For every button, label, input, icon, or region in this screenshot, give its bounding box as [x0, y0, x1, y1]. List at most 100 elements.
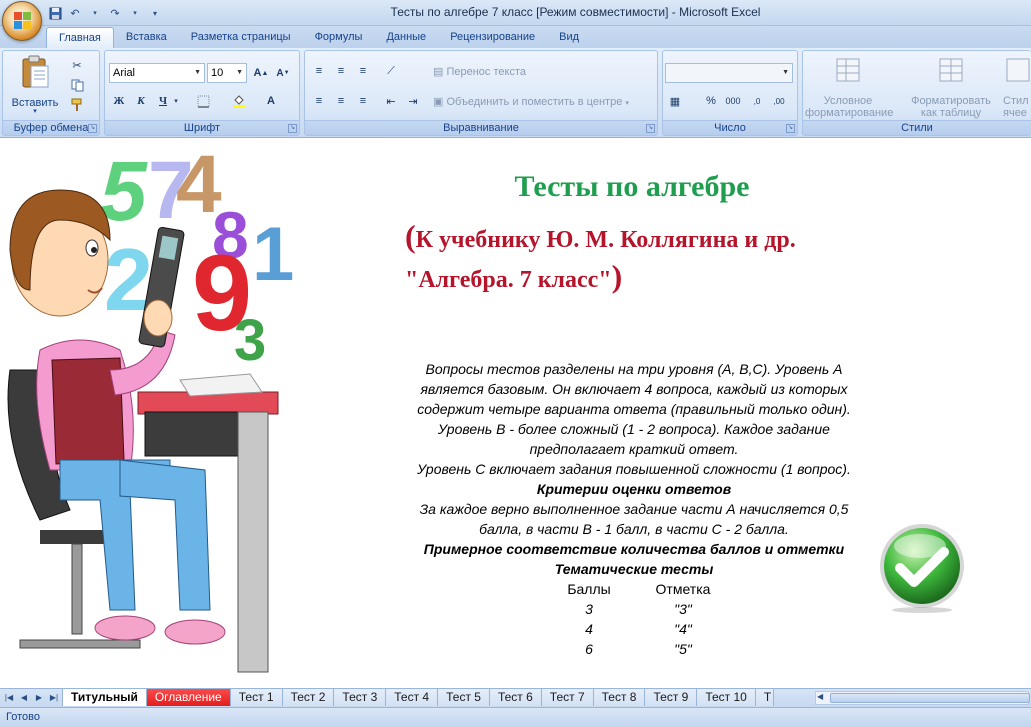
sheet-tab-test-4[interactable]: Тест 4: [386, 689, 439, 706]
align-center-icon[interactable]: ≡: [331, 91, 351, 111]
sheet-tab-test-9[interactable]: Тест 9: [645, 689, 698, 706]
dialog-launcher-icon[interactable]: ↘: [288, 124, 297, 133]
scroll-left-icon[interactable]: ◀: [817, 692, 823, 701]
italic-icon[interactable]: К: [131, 91, 151, 111]
merge-center-button[interactable]: ▣ Объединить и поместить в центре ▾: [433, 95, 629, 108]
sheet-tab-truncated[interactable]: Т: [755, 689, 775, 706]
sheet-tab-test-10[interactable]: Тест 10: [697, 689, 756, 706]
paste-icon: [22, 55, 49, 88]
align-right-icon[interactable]: ≡: [353, 91, 373, 111]
worksheet[interactable]: 5 7 4 8 1 2 9 3 Тесты по алгебре (К учеб…: [0, 140, 1031, 688]
sheet-tab-test-1[interactable]: Тест 1: [230, 689, 283, 706]
chevron-down-icon: ▼: [194, 69, 201, 76]
description-line: Вопросы тестов разделены на три уровня (…: [425, 361, 843, 377]
points-cell: 3: [585, 601, 593, 617]
wrap-text-label: Перенос текста: [446, 66, 526, 78]
underline-icon[interactable]: Ч: [153, 91, 173, 111]
criteria-heading: Критерии оценки ответов: [536, 481, 732, 497]
group-styles: Условное форматирование Форматировать ка…: [802, 50, 1031, 136]
paste-button[interactable]: Вставить ▾: [11, 55, 59, 117]
sheet-tab-test-7[interactable]: Тест 7: [541, 689, 594, 706]
chevron-down-icon: ▼: [782, 69, 789, 76]
tab-formulas[interactable]: Формулы: [303, 27, 375, 48]
grow-font-icon[interactable]: A ▲: [251, 63, 271, 83]
copy-icon[interactable]: [67, 75, 87, 95]
title-bar: ↶ ▾ ↷ ▾ ▾ Тесты по алгебре 7 класс [Режи…: [0, 0, 1031, 26]
criteria-line: За каждое верно выполненное задание част…: [419, 501, 849, 517]
tab-home[interactable]: Главная: [46, 27, 114, 48]
currency-icon[interactable]: ▦: [665, 91, 685, 111]
format-painter-icon[interactable]: [67, 95, 87, 115]
cut-icon[interactable]: ✂: [67, 55, 87, 75]
format-as-table-icon: [939, 58, 963, 82]
horizontal-scrollbar[interactable]: ◀: [815, 691, 1030, 705]
align-left-icon[interactable]: ≡: [309, 91, 329, 111]
dialog-launcher-icon[interactable]: ↘: [646, 124, 655, 133]
group-label-clipboard: Буфер обмена: [3, 120, 99, 135]
cell-styles-label-1: Стил: [1003, 95, 1029, 107]
sheet-tabs: Титульный Оглавление Тест 1 Тест 2 Тест …: [62, 689, 775, 706]
shrink-font-icon[interactable]: A ▼: [273, 63, 293, 83]
last-sheet-icon[interactable]: ▶|: [47, 691, 61, 705]
dialog-launcher-icon[interactable]: ↘: [88, 124, 97, 133]
sheet-tab-contents[interactable]: Оглавление: [146, 689, 231, 706]
percent-icon[interactable]: %: [701, 91, 721, 111]
wrap-text-icon: ▤: [433, 66, 444, 78]
bold-icon[interactable]: Ж: [109, 91, 129, 111]
dialog-launcher-icon[interactable]: ↘: [786, 124, 795, 133]
font-color-icon[interactable]: A: [261, 91, 281, 111]
borders-icon[interactable]: [193, 91, 213, 111]
tab-review[interactable]: Рецензирование: [438, 27, 547, 48]
align-middle-icon[interactable]: ≡: [331, 61, 351, 81]
office-button[interactable]: [2, 1, 42, 41]
sheet-tab-test-5[interactable]: Тест 5: [438, 689, 490, 706]
font-size-combo[interactable]: 10 ▼: [207, 63, 247, 83]
correspondence-heading: Примерное соответствие количества баллов…: [423, 541, 845, 557]
page-subtitle: (К учебнику Ю. М. Коллягина и др. "Алгеб…: [405, 218, 875, 298]
first-sheet-icon[interactable]: |◀: [2, 691, 16, 705]
sheet-tab-title[interactable]: Титульный: [62, 689, 147, 706]
increase-decimal-icon[interactable]: ,0: [747, 91, 767, 111]
tab-insert[interactable]: Вставка: [114, 27, 179, 48]
next-sheet-icon[interactable]: ▶: [32, 691, 46, 705]
tab-data[interactable]: Данные: [374, 27, 438, 48]
points-header: Баллы: [567, 581, 611, 597]
increase-indent-icon[interactable]: ⇥: [403, 91, 423, 111]
group-label-styles: Стили: [803, 120, 1031, 135]
orientation-icon[interactable]: ⟋: [381, 61, 401, 81]
score-row: 4 "4": [540, 619, 740, 639]
sheet-tab-test-2[interactable]: Тест 2: [282, 689, 335, 706]
prev-sheet-icon[interactable]: ◀: [17, 691, 31, 705]
wrap-text-button[interactable]: ▤ Перенос текста: [433, 65, 526, 78]
page-title: Тесты по алгебре: [514, 170, 750, 203]
checkmark-icon[interactable]: [876, 522, 968, 614]
points-cell: 6: [585, 641, 593, 657]
sheet-tab-test-3[interactable]: Тест 3: [334, 689, 387, 706]
tab-view[interactable]: Вид: [547, 27, 591, 48]
description-line: Уровень В - более сложный (1 - 2 вопроса…: [438, 421, 830, 437]
scrollbar-thumb[interactable]: [830, 693, 1030, 703]
chevron-down-icon[interactable]: ▾: [171, 91, 181, 111]
subtitle-open-paren: (: [405, 218, 416, 254]
tab-page-layout[interactable]: Разметка страницы: [179, 27, 303, 48]
score-row: 6 "5": [540, 639, 740, 659]
font-name-combo[interactable]: Arial ▼: [109, 63, 205, 83]
thousands-separator-icon[interactable]: 000: [723, 91, 743, 111]
digit-3: 3: [234, 308, 266, 373]
description-line: Уровень С включает задания повышенной сл…: [417, 461, 851, 477]
fill-color-icon[interactable]: [229, 91, 249, 111]
number-format-combo[interactable]: ▼: [665, 63, 793, 83]
decrease-indent-icon[interactable]: ⇤: [381, 91, 401, 111]
conditional-formatting-button[interactable]: Условное форматирование: [805, 55, 893, 119]
subtitle-close-paren: ): [611, 258, 623, 294]
sheet-tab-test-6[interactable]: Тест 6: [489, 689, 542, 706]
align-top-icon[interactable]: ≡: [309, 61, 329, 81]
merge-label: Объединить и поместить в центре: [446, 96, 623, 108]
format-as-table-button[interactable]: Форматировать как таблицу: [907, 55, 995, 119]
cell-styles-button[interactable]: Стил ячее: [1003, 55, 1031, 119]
decrease-decimal-icon[interactable]: ,00: [769, 91, 789, 111]
align-bottom-icon[interactable]: ≡: [353, 61, 373, 81]
grade-cell: "5": [674, 641, 692, 657]
ribbon-tab-row: Главная Вставка Разметка страницы Формул…: [0, 26, 1031, 48]
sheet-tab-test-8[interactable]: Тест 8: [593, 689, 646, 706]
